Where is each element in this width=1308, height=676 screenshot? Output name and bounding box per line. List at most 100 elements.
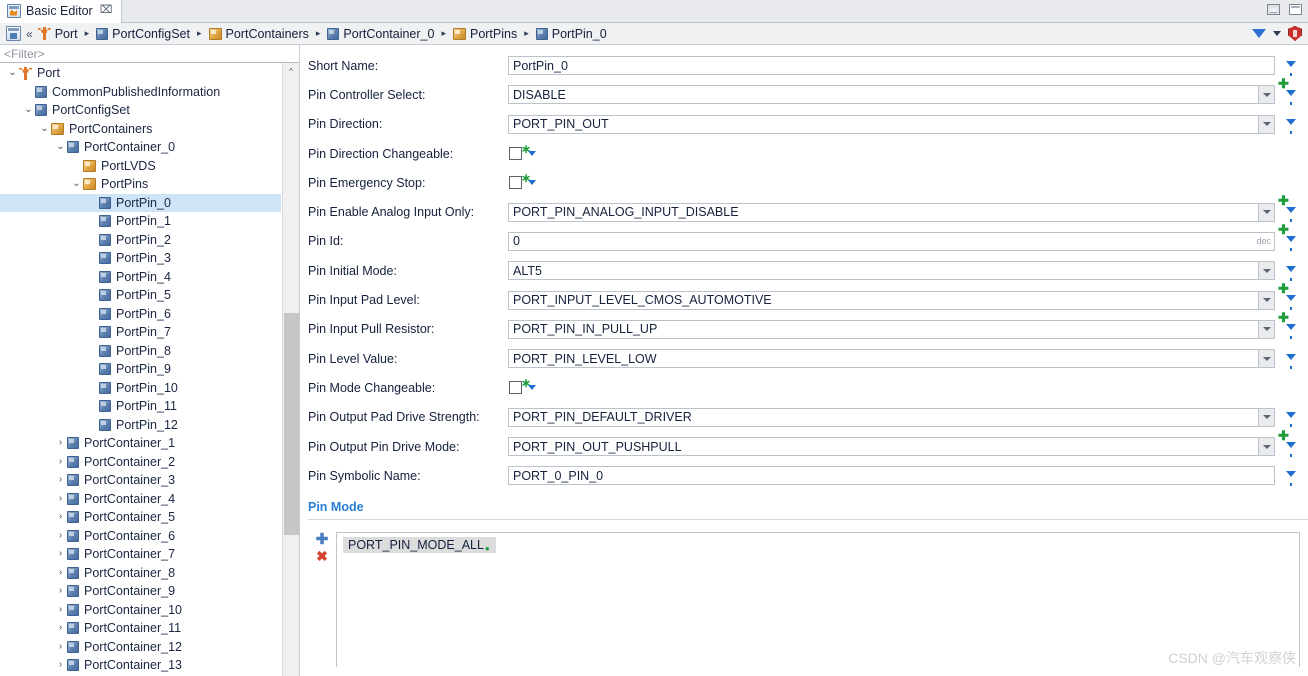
- tree-item-portpin_3[interactable]: PortPin_3: [0, 249, 281, 268]
- tree-item-portpins[interactable]: ⌄ PortPins: [0, 175, 281, 194]
- scroll-up-arrow[interactable]: ^: [283, 63, 299, 80]
- tree-item-port[interactable]: ⌄ Port: [0, 64, 281, 83]
- dropdown-button-pin-output-pad-drive-strength[interactable]: [1258, 407, 1275, 427]
- chevron-right-icon[interactable]: ›: [54, 567, 67, 578]
- tree-item-portcontainer_9[interactable]: › PortContainer_9: [0, 582, 281, 601]
- shield-icon[interactable]: [1288, 26, 1302, 41]
- home-icon[interactable]: [6, 26, 21, 41]
- field-filter-icon[interactable]: [1286, 119, 1296, 135]
- delete-icon[interactable]: ✖: [316, 549, 328, 563]
- field-filter-icon[interactable]: [1286, 60, 1296, 76]
- tree-item-portcontainer_6[interactable]: › PortContainer_6: [0, 527, 281, 546]
- breadcrumb-item-portcontainer_0[interactable]: PortContainer_0: [327, 27, 434, 41]
- tree-item-portcontainers[interactable]: ⌄ PortContainers: [0, 120, 281, 139]
- chevron-right-icon[interactable]: ›: [54, 586, 67, 596]
- value-menu-icon[interactable]: [528, 151, 536, 157]
- tree-item-portpin_5[interactable]: PortPin_5: [0, 286, 281, 305]
- dropdown-button-pin-initial-mode[interactable]: [1258, 261, 1275, 281]
- tree-item-portpin_12[interactable]: PortPin_12: [0, 416, 281, 435]
- value-menu-icon[interactable]: [528, 180, 536, 186]
- chevron-right-icon[interactable]: ›: [54, 530, 67, 541]
- tree-item-portpin_1[interactable]: PortPin_1: [0, 212, 281, 231]
- tree-filter-input[interactable]: <Filter>: [0, 45, 299, 63]
- tree-item-portcontainer_13[interactable]: › PortContainer_13: [0, 656, 281, 675]
- tree-item-portpin_7[interactable]: PortPin_7: [0, 323, 281, 342]
- chevron-right-icon[interactable]: ›: [54, 512, 67, 522]
- input-pin-input-pull-resistor[interactable]: PORT_PIN_IN_PULL_UP: [508, 319, 1258, 339]
- field-filter-icon[interactable]: [1286, 295, 1296, 311]
- tree-item-portcontainer_10[interactable]: › PortContainer_10: [0, 601, 281, 620]
- tree-item-portlvds[interactable]: PortLVDS: [0, 157, 281, 176]
- chevron-down-icon[interactable]: ⌄: [54, 142, 67, 152]
- chevron-down-icon[interactable]: ⌄: [38, 123, 51, 134]
- tree-item-portcontainer_7[interactable]: › PortContainer_7: [0, 545, 281, 564]
- scrollbar-thumb[interactable]: [284, 313, 299, 535]
- breadcrumb-item-portconfigset[interactable]: PortConfigSet: [96, 27, 190, 41]
- chevron-right-icon[interactable]: ›: [54, 623, 67, 633]
- tree-item-portpin_8[interactable]: PortPin_8: [0, 342, 281, 361]
- pin-mode-list[interactable]: PORT_PIN_MODE_ALL •: [336, 532, 1300, 668]
- minimize-button[interactable]: [1267, 4, 1280, 15]
- input-pin-initial-mode[interactable]: ALT5: [508, 261, 1258, 281]
- add-icon[interactable]: ✚: [316, 532, 329, 547]
- tree-item-portcontainer_11[interactable]: › PortContainer_11: [0, 619, 281, 638]
- dropdown-button-pin-output-pin-drive-mode[interactable]: [1258, 437, 1275, 456]
- input-pin-symbolic-name[interactable]: PORT_0_PIN_0: [508, 466, 1275, 486]
- dropdown-button-pin-input-pull-resistor[interactable]: [1258, 319, 1275, 339]
- input-pin-id[interactable]: 0: [508, 231, 1247, 251]
- chevron-right-icon[interactable]: ›: [54, 438, 67, 448]
- chevron-down-icon[interactable]: ⌄: [6, 68, 19, 78]
- tree-item-portpin_10[interactable]: PortPin_10: [0, 379, 281, 398]
- tree-vertical-scrollbar[interactable]: ^: [282, 63, 299, 676]
- tree-item-portpin_0[interactable]: PortPin_0: [0, 193, 281, 212]
- list-item[interactable]: PORT_PIN_MODE_ALL •: [343, 537, 496, 555]
- field-filter-icon[interactable]: [1286, 470, 1296, 486]
- chevron-down-icon[interactable]: ⌄: [22, 105, 35, 115]
- close-icon[interactable]: ⌧: [100, 5, 113, 16]
- breadcrumb-item-portcontainers[interactable]: PortContainers: [208, 27, 309, 41]
- input-pin-input-pad-level[interactable]: PORT_INPUT_LEVEL_CMOS_AUTOMOTIVE: [508, 290, 1258, 310]
- maximize-button[interactable]: [1289, 4, 1302, 15]
- filter-icon[interactable]: [1252, 29, 1266, 51]
- breadcrumb-item-portpin_0[interactable]: PortPin_0: [535, 27, 607, 41]
- field-filter-icon[interactable]: [1286, 353, 1296, 369]
- field-filter-icon[interactable]: [1286, 412, 1296, 428]
- chevron-right-icon[interactable]: ›: [54, 549, 67, 559]
- tree-item-portpin_9[interactable]: PortPin_9: [0, 360, 281, 379]
- field-filter-icon[interactable]: [1286, 441, 1296, 457]
- field-filter-icon[interactable]: [1286, 324, 1296, 340]
- input-pin-enable-analog-input-only[interactable]: PORT_PIN_ANALOG_INPUT_DISABLE: [508, 202, 1258, 222]
- tree-item-portconfigset[interactable]: ⌄ PortConfigSet: [0, 101, 281, 120]
- tree-item-commonpublishedinformation[interactable]: CommonPublishedInformation: [0, 83, 281, 102]
- input-short-name[interactable]: PortPin_0: [508, 56, 1275, 76]
- dropdown-button-pin-direction[interactable]: [1258, 114, 1275, 134]
- dropdown-button-pin-level-value[interactable]: [1258, 349, 1275, 369]
- breadcrumb-item-portpins[interactable]: PortPins: [452, 27, 517, 41]
- tree-item-portpin_2[interactable]: PortPin_2: [0, 231, 281, 250]
- input-pin-direction[interactable]: PORT_PIN_OUT: [508, 114, 1258, 134]
- breadcrumb-item-port[interactable]: Port: [38, 27, 78, 41]
- chevron-right-icon[interactable]: ›: [54, 456, 67, 467]
- tree-item-portcontainer_5[interactable]: › PortContainer_5: [0, 508, 281, 527]
- input-pin-output-pin-drive-mode[interactable]: PORT_PIN_OUT_PUSHPULL: [508, 437, 1258, 456]
- field-filter-icon[interactable]: [1286, 89, 1296, 105]
- tree-item-portpin_4[interactable]: PortPin_4: [0, 268, 281, 287]
- dropdown-button-pin-enable-analog-input-only[interactable]: [1258, 202, 1275, 222]
- value-menu-icon[interactable]: [528, 385, 536, 391]
- tree-item-portcontainer_1[interactable]: › PortContainer_1: [0, 434, 281, 453]
- field-filter-icon[interactable]: [1286, 207, 1296, 223]
- chevron-right-icon[interactable]: ›: [54, 493, 67, 504]
- dropdown-button-pin-controller-select[interactable]: [1258, 85, 1275, 105]
- input-pin-controller-select[interactable]: DISABLE: [508, 85, 1258, 105]
- field-filter-icon[interactable]: [1286, 236, 1296, 252]
- tree-item-portpin_11[interactable]: PortPin_11: [0, 397, 281, 416]
- tree-item-portcontainer_0[interactable]: ⌄ PortContainer_0: [0, 138, 281, 157]
- input-pin-level-value[interactable]: PORT_PIN_LEVEL_LOW: [508, 349, 1258, 369]
- input-pin-output-pad-drive-strength[interactable]: PORT_PIN_DEFAULT_DRIVER: [508, 407, 1258, 427]
- tab-basic-editor[interactable]: Basic Editor ⌧: [0, 0, 123, 23]
- dropdown-button-pin-input-pad-level[interactable]: [1258, 290, 1275, 310]
- chevron-right-icon[interactable]: ›: [54, 604, 67, 615]
- tree-item-portcontainer_4[interactable]: › PortContainer_4: [0, 490, 281, 509]
- tree-item-portcontainer_3[interactable]: › PortContainer_3: [0, 471, 281, 490]
- chevron-down-icon[interactable]: [1273, 31, 1281, 36]
